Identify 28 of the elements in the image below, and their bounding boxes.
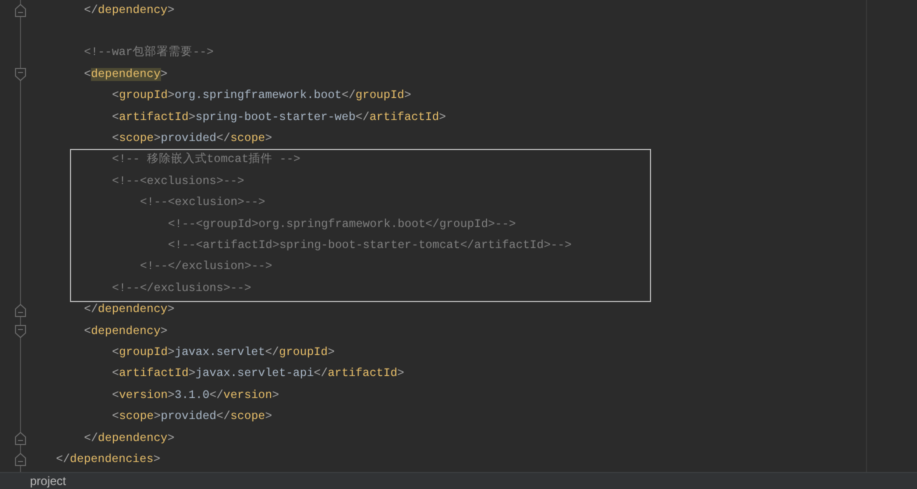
- code-line: <!--</exclusion>-->: [140, 259, 272, 276]
- code-line: <!--war包部署需要-->: [84, 45, 214, 62]
- code-line: <groupId>javax.servlet</groupId>: [112, 344, 335, 361]
- code-line: <!--<exclusions>-->: [112, 174, 244, 190]
- fold-marker-icon[interactable]: [15, 68, 26, 82]
- code-line: <!--</exclusions>-->: [112, 280, 252, 297]
- fold-marker-icon[interactable]: [15, 325, 26, 338]
- code-line: <!--<exclusion>-->: [140, 195, 266, 212]
- fold-marker-icon[interactable]: [15, 453, 26, 466]
- fold-marker-icon[interactable]: [15, 304, 26, 317]
- code-line: </dependency>: [84, 302, 174, 318]
- code-line: </dependency>: [84, 2, 174, 19]
- code-line: <!-- 移除嵌入式tomcat插件 -->: [112, 152, 300, 168]
- code-line: <!--<groupId>org.springframework.boot</groupId>-->: [168, 216, 516, 233]
- code-line: <dependency>: [84, 324, 168, 340]
- code-line: <artifactId>javax.servlet-api</artifactId>: [112, 366, 404, 382]
- code-line: <dependency>: [84, 66, 168, 83]
- code-line: <groupId>org.springframework.boot</groupId>: [112, 88, 412, 104]
- fold-marker-icon[interactable]: [15, 4, 26, 18]
- code-line: </dependency>: [84, 430, 174, 446]
- code-line: </dependencies>: [56, 452, 160, 468]
- code-line: <scope>provided</scope>: [112, 409, 272, 426]
- code-line: <scope>provided</scope>: [112, 131, 272, 148]
- code-line: <artifactId>spring-boot-starter-web</artifactId>: [112, 110, 446, 126]
- code-line: <!--<artifactId>spring-boot-starter-tomcat</artifactId>-->: [168, 238, 572, 254]
- breadcrumb-item[interactable]: project: [30, 474, 66, 488]
- fold-marker-icon[interactable]: [15, 432, 26, 445]
- code-line: <version>3.1.0</version>: [112, 388, 280, 404]
